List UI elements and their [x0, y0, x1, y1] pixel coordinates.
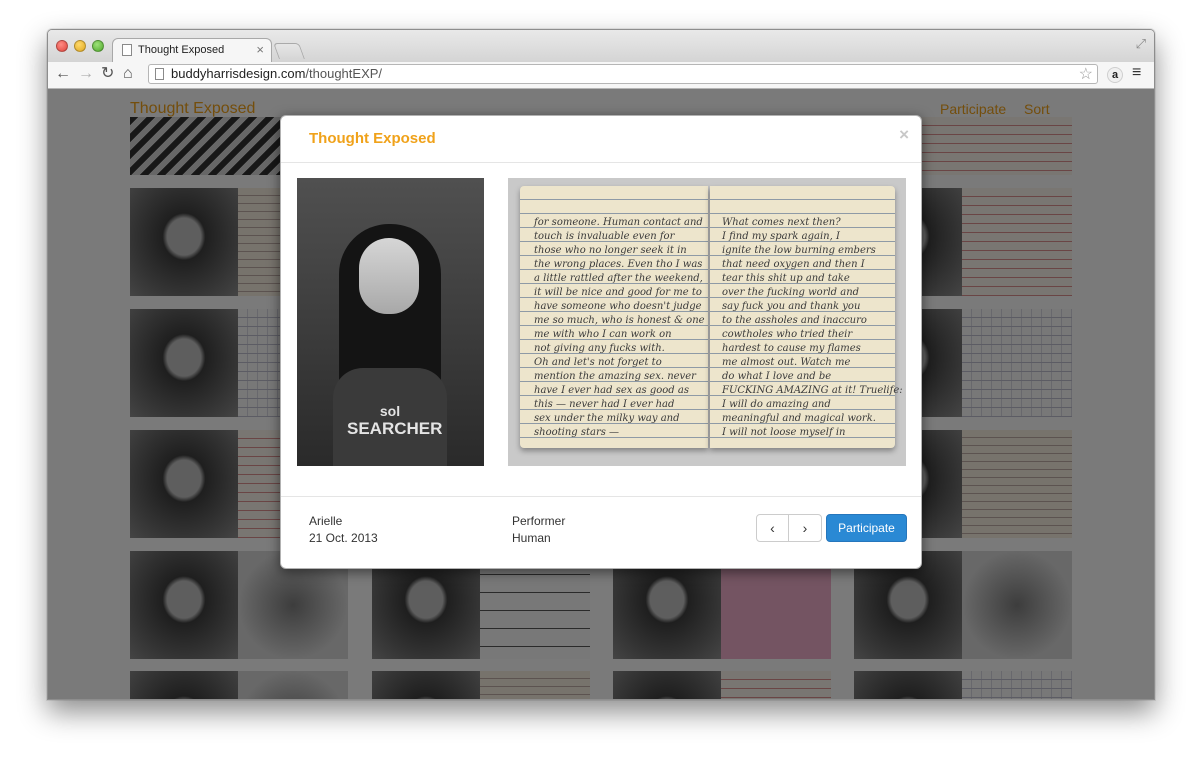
handwriting-line: a little rattled after the weekend,	[534, 273, 703, 284]
reload-icon[interactable]: ↻	[101, 64, 114, 84]
notebook-left-page: for someone. Human contact and touch is …	[520, 186, 708, 448]
handwriting-line: not giving any fucks with.	[534, 343, 665, 354]
participant-date: 21 Oct. 2013	[309, 531, 378, 545]
handwriting-line: over the fucking world and	[722, 287, 860, 298]
handwriting-line: have I ever had sex as good as	[534, 385, 689, 396]
new-tab-button[interactable]	[273, 43, 305, 59]
url-path: /thoughtEXP/	[305, 66, 383, 81]
modal-footer: Arielle 21 Oct. 2013 Performer Human ‹ ›…	[281, 496, 921, 568]
handwriting-line: me with who I can work on	[534, 329, 672, 340]
participant-info: Arielle 21 Oct. 2013	[309, 513, 378, 547]
url-text[interactable]: buddyharrisdesign.com/thoughtEXP/	[171, 66, 382, 82]
handwriting-line: ignite the low burning embers	[722, 245, 876, 256]
back-arrow-icon[interactable]: ←	[55, 64, 71, 84]
handwriting-line: Oh and let's not forget to	[534, 357, 662, 368]
shirt-print: sol SEARCHER	[347, 402, 443, 438]
handwriting-line: me so much, who is honest & one	[534, 315, 705, 326]
shirt-print-line1: sol	[379, 403, 401, 419]
handwriting-line: hardest to cause my flames	[722, 343, 861, 354]
bookmark-star-icon[interactable]: ☆	[1079, 64, 1093, 84]
participate-button[interactable]: Participate	[826, 514, 907, 542]
handwriting-line: tear this shit up and take	[722, 273, 850, 284]
handwriting-line: have someone who doesn't judge	[534, 301, 702, 312]
tab-strip: Thought Exposed × ⤢	[48, 30, 1154, 62]
address-bar[interactable]: buddyharrisdesign.com/thoughtEXP/ ☆	[148, 64, 1098, 84]
handwriting-line: me almost out. Watch me	[722, 357, 851, 368]
minimize-window-button[interactable]	[74, 40, 86, 52]
handwriting-line: What comes next then?	[722, 217, 841, 228]
participant-role-info: Performer Human	[512, 513, 565, 547]
close-icon[interactable]: ×	[899, 125, 909, 145]
shirt-print-line2: SEARCHER	[347, 419, 443, 438]
page-content: Thought Exposed Participate Sort Thought…	[48, 89, 1154, 699]
page-icon	[122, 44, 132, 56]
handwriting-line: for someone. Human contact and	[534, 217, 703, 228]
handwriting-line: this — never had I ever had	[534, 399, 675, 410]
handwriting-line: it will be nice and good for me to	[534, 287, 702, 298]
next-button[interactable]: ›	[788, 514, 822, 542]
face-shape	[359, 238, 419, 314]
role-label: Performer	[512, 514, 566, 528]
modal-title: Thought Exposed	[309, 130, 436, 147]
handwriting-line: touch is invaluable even for	[534, 231, 675, 242]
home-icon[interactable]: ⌂	[123, 64, 133, 84]
handwriting-line: FUCKING AMAZING at it! Truelife:	[722, 385, 903, 396]
browser-window: Thought Exposed × ⤢ ← → ↻ ⌂ buddyharrisd…	[47, 29, 1155, 700]
role-value: Human	[512, 531, 551, 545]
handwriting-line: sex under the milky way and	[534, 413, 680, 424]
amazon-extension-icon[interactable]: a	[1107, 67, 1123, 83]
tab-title: Thought Exposed	[138, 44, 225, 56]
zoom-window-button[interactable]	[92, 40, 104, 52]
forward-arrow-icon[interactable]: →	[78, 64, 94, 84]
notebook-photo: for someone. Human contact and touch is …	[508, 178, 906, 466]
notebook-right-page: What comes next then? I find my spark ag…	[710, 186, 903, 448]
handwriting-line: I will do amazing and	[722, 399, 831, 410]
fullscreen-icon[interactable]: ⤢	[1136, 36, 1146, 52]
handwriting-line: those who no longer seek it in	[534, 245, 687, 256]
handwriting-line: do what I love and be	[722, 371, 832, 382]
menu-icon[interactable]: ≡	[1132, 64, 1141, 82]
handwriting-line: that need oxygen and then I	[722, 259, 865, 270]
previous-button[interactable]: ‹	[756, 514, 789, 542]
handwriting-line: I find my spark again, I	[722, 231, 840, 242]
chevron-left-icon: ‹	[770, 520, 775, 536]
handwriting-line: shooting stars —	[534, 427, 620, 438]
handwriting-line: the wrong places. Even tho I was	[534, 259, 703, 270]
portrait-photo: sol SEARCHER	[297, 178, 484, 466]
close-window-button[interactable]	[56, 40, 68, 52]
url-domain: buddyharrisdesign.com	[171, 66, 306, 81]
handwriting-line: say fuck you and thank you	[722, 301, 861, 312]
close-tab-icon[interactable]: ×	[256, 42, 264, 57]
browser-toolbar: ← → ↻ ⌂ buddyharrisdesign.com/thoughtEXP…	[48, 62, 1154, 89]
handwriting-line: I will not loose myself in	[722, 427, 846, 438]
modal-header: Thought Exposed ×	[281, 116, 921, 163]
browser-tab[interactable]: Thought Exposed ×	[112, 38, 272, 62]
handwriting-line: meaningful and magical work.	[722, 413, 876, 424]
handwriting-line: cowtholes who tried their	[722, 329, 853, 340]
handwriting-line: to the assholes and inaccuro	[722, 315, 867, 326]
handwriting-line: mention the amazing sex. never	[534, 371, 696, 382]
entry-modal: Thought Exposed × sol SEARCHER for someo…	[280, 115, 922, 569]
participant-name: Arielle	[309, 514, 343, 528]
page-icon	[155, 68, 164, 80]
chevron-right-icon: ›	[802, 520, 808, 536]
